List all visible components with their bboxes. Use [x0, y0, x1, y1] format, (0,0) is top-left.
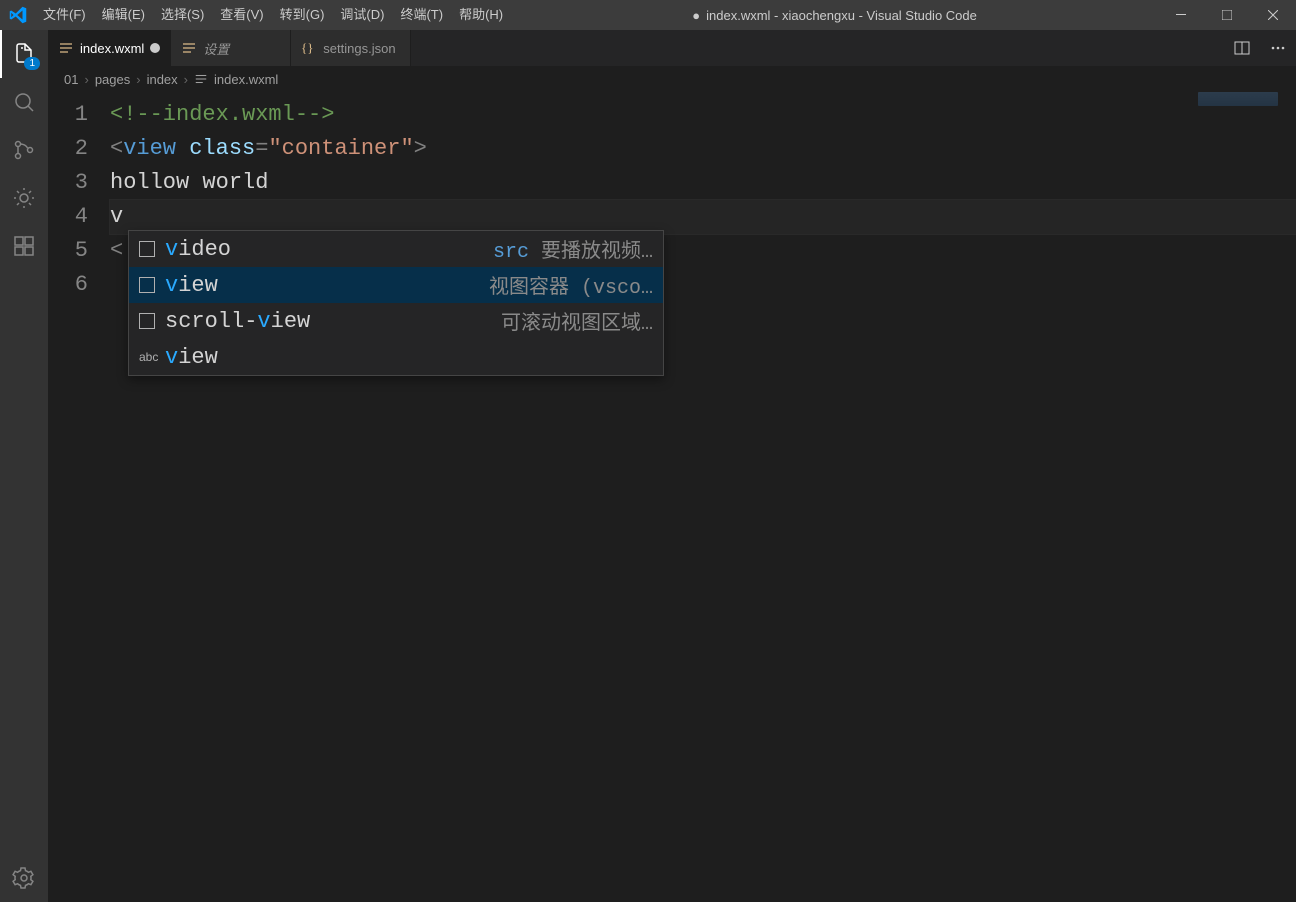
suggest-detail: 可滚动视图区域… [501, 306, 653, 336]
suggest-label: video [165, 237, 231, 262]
suggest-detail: 视图容器 (vsco… [489, 270, 653, 300]
element-kind-icon [139, 241, 155, 257]
chevron-right-icon: › [136, 72, 140, 87]
breadcrumbs[interactable]: 01 › pages › index › index.wxml [48, 66, 1296, 92]
tab-settings-json[interactable]: {} settings.json [291, 30, 411, 66]
menu-edit[interactable]: 编辑(E) [94, 0, 153, 30]
activity-settings[interactable] [0, 854, 48, 902]
breadcrumb-segment[interactable]: index.wxml [214, 72, 278, 87]
line-number: 2 [48, 132, 88, 166]
suggest-label: view [165, 345, 218, 370]
svg-text:{}: {} [301, 40, 313, 55]
minimap[interactable] [1198, 92, 1278, 106]
suggest-item[interactable]: abcview [129, 339, 663, 375]
menu-go[interactable]: 转到(G) [272, 0, 333, 30]
menu-selection[interactable]: 选择(S) [153, 0, 212, 30]
editor-body[interactable]: 123456 <!--index.wxml--><view class="con… [48, 92, 1296, 902]
close-button[interactable] [1250, 0, 1296, 30]
dirty-indicator-icon [150, 43, 160, 53]
suggest-item[interactable]: view 视图容器 (vsco… [129, 267, 663, 303]
line-number: 1 [48, 98, 88, 132]
activity-explorer[interactable]: 1 [0, 30, 48, 78]
activity-bar: 1 [0, 30, 48, 902]
suggest-item[interactable]: video src 要播放视频… [129, 231, 663, 267]
minimize-button[interactable] [1158, 0, 1204, 30]
editor-area: index.wxml 设置 {} settings.json 01 › pages › ind… [48, 30, 1296, 902]
menu-bar: 文件(F) 编辑(E) 选择(S) 查看(V) 转到(G) 调试(D) 终端(T… [35, 0, 511, 30]
menu-help[interactable]: 帮助(H) [451, 0, 511, 30]
tabs-row: index.wxml 设置 {} settings.json [48, 30, 1296, 66]
menu-file[interactable]: 文件(F) [35, 0, 94, 30]
menu-view[interactable]: 查看(V) [212, 0, 271, 30]
suggest-detail: src 要播放视频… [493, 234, 653, 264]
window-controls [1158, 0, 1296, 30]
maximize-button[interactable] [1204, 0, 1250, 30]
activity-debug[interactable] [0, 174, 48, 222]
code-pane[interactable]: <!--index.wxml--><view class="container"… [110, 92, 1296, 902]
menu-terminal[interactable]: 终端(T) [392, 0, 451, 30]
line-number: 5 [48, 234, 88, 268]
activity-source-control[interactable] [0, 126, 48, 174]
breadcrumb-segment[interactable]: pages [95, 72, 130, 87]
code-line[interactable]: <!--index.wxml--> [110, 98, 1296, 132]
suggest-label: view [165, 273, 218, 298]
suggest-item[interactable]: scroll-view 可滚动视图区域… [129, 303, 663, 339]
line-number: 3 [48, 166, 88, 200]
file-lines-icon [194, 72, 208, 86]
code-line[interactable]: v [110, 200, 1296, 234]
code-line[interactable]: hollow world [110, 166, 1296, 200]
menu-debug[interactable]: 调试(D) [332, 0, 392, 30]
line-number: 4 [48, 200, 88, 234]
suggest-widget[interactable]: videosrc 要播放视频…view视图容器 (vsco…scroll-vie… [128, 230, 664, 376]
explorer-badge: 1 [24, 57, 40, 70]
vscode-logo [0, 6, 35, 24]
code-line[interactable]: <view class="container"> [110, 132, 1296, 166]
suggest-label: scroll-view [165, 309, 310, 334]
element-kind-icon [139, 313, 155, 329]
tab-label: 设置 [203, 39, 229, 58]
text-kind-icon: abc [139, 350, 155, 364]
element-kind-icon [139, 277, 155, 293]
chevron-right-icon: › [84, 72, 88, 87]
chevron-right-icon: › [184, 72, 188, 87]
line-gutter: 123456 [48, 92, 110, 902]
tab-label: settings.json [323, 41, 395, 56]
tab-label: index.wxml [80, 41, 144, 56]
window-title: ●index.wxml - xiaochengxu - Visual Studi… [511, 8, 1158, 23]
activity-extensions[interactable] [0, 222, 48, 270]
breadcrumb-segment[interactable]: index [147, 72, 178, 87]
line-number: 6 [48, 268, 88, 302]
json-icon: {} [301, 40, 317, 56]
breadcrumb-segment[interactable]: 01 [64, 72, 78, 87]
tab--[interactable]: 设置 [171, 30, 291, 66]
dirty-indicator-title: ● [692, 8, 700, 23]
more-actions-button[interactable] [1260, 30, 1296, 66]
tab-index-wxml[interactable]: index.wxml [48, 30, 171, 66]
file-lines-icon [181, 40, 197, 56]
split-editor-button[interactable] [1224, 30, 1260, 66]
activity-search[interactable] [0, 78, 48, 126]
titlebar: 文件(F) 编辑(E) 选择(S) 查看(V) 转到(G) 调试(D) 终端(T… [0, 0, 1296, 30]
file-lines-icon [58, 40, 74, 56]
